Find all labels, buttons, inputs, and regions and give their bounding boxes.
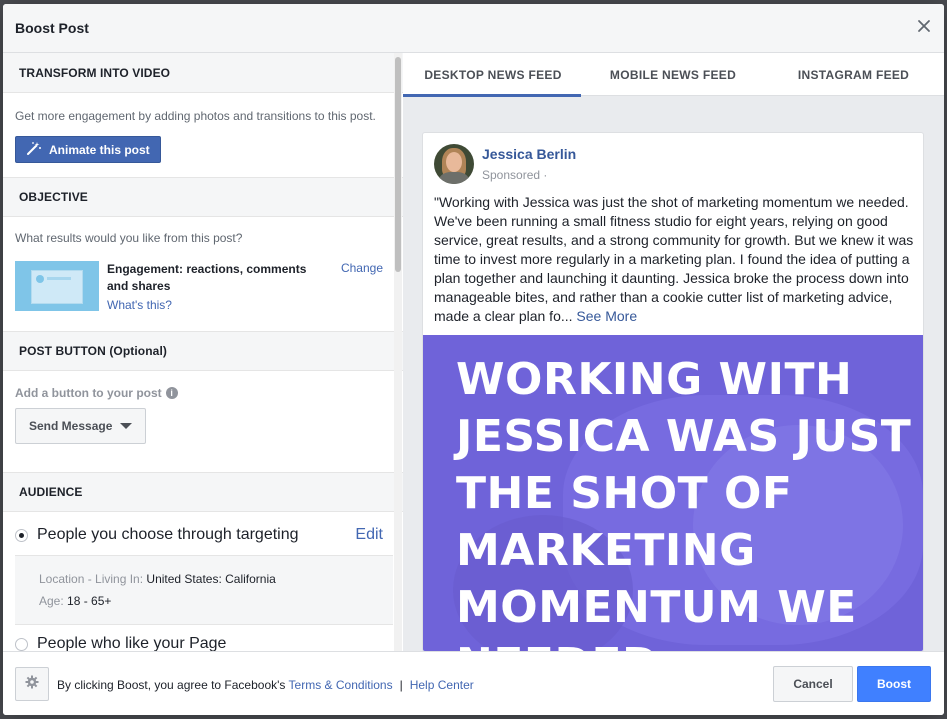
transform-description: Get more engagement by adding photos and… — [15, 109, 376, 123]
terms-notice: By clicking Boost, you agree to Facebook… — [57, 678, 474, 692]
boost-post-dialog: Boost Post TRANSFORM INTO VIDEO Get more… — [3, 4, 944, 715]
post-preview-card: Jessica Berlin Sponsored · "Working with… — [422, 132, 924, 651]
caret-down-icon — [120, 423, 133, 429]
edit-audience-link[interactable]: Edit — [355, 526, 383, 544]
settings-panel: TRANSFORM INTO VIDEO Get more engagement… — [3, 53, 403, 651]
post-author[interactable]: Jessica Berlin — [482, 146, 576, 162]
post-text: "Working with Jessica was just the shot … — [434, 194, 914, 324]
terms-link[interactable]: Terms & Conditions — [289, 678, 393, 692]
location-key: Location - Living In: — [39, 572, 144, 586]
close-icon[interactable] — [916, 18, 932, 34]
tab-mobile-news-feed[interactable]: MOBILE NEWS FEED — [583, 53, 763, 96]
scrollbar-thumb[interactable] — [395, 57, 401, 272]
animate-post-label: Animate this post — [49, 142, 150, 157]
info-icon[interactable]: i — [165, 387, 178, 399]
change-objective-link[interactable]: Change — [341, 261, 383, 275]
post-sponsored-label: Sponsored · — [482, 168, 548, 182]
transform-section: Get more engagement by adding photos and… — [3, 93, 403, 177]
engagement-illustration — [15, 261, 99, 311]
audience-option-targeting[interactable]: People you choose through targeting Edit — [3, 515, 403, 555]
objective-title: Engagement: reactions, comments and shar… — [107, 262, 307, 293]
post-image-text: WORKING WITH JESSICA WAS JUST THE SHOT O… — [456, 354, 912, 651]
age-value: 18 - 65+ — [67, 594, 112, 608]
dialog-title: Boost Post — [15, 20, 89, 36]
post-button-heading: POST BUTTON (Optional) — [3, 331, 403, 371]
audience-section: People you choose through targeting Edit… — [3, 515, 403, 651]
radio-selected-icon[interactable] — [15, 528, 28, 542]
post-image: WORKING WITH JESSICA WAS JUST THE SHOT O… — [423, 335, 923, 651]
preview-tabs: DESKTOP NEWS FEED MOBILE NEWS FEED INSTA… — [403, 53, 944, 97]
gear-icon — [25, 675, 39, 694]
audience-option-page-likes-label: People who like your Page — [37, 635, 227, 651]
tab-desktop-news-feed[interactable]: DESKTOP NEWS FEED — [403, 53, 583, 97]
see-more-link[interactable]: See More — [576, 308, 637, 324]
post-button-label-row: Add a button to your post i — [15, 371, 391, 400]
objective-heading: OBJECTIVE — [3, 177, 403, 217]
objective-question: What results would you like from this po… — [15, 231, 243, 245]
dialog-footer: By clicking Boost, you agree to Facebook… — [3, 651, 944, 715]
radio-unselected-icon[interactable] — [15, 637, 28, 651]
age-key: Age: — [39, 594, 64, 608]
animate-post-button[interactable]: Animate this post — [15, 136, 161, 163]
cancel-button[interactable]: Cancel — [773, 666, 853, 702]
settings-scrollbar[interactable] — [394, 53, 402, 651]
post-button-section: Add a button to your post i Send Message — [3, 371, 403, 472]
preview-panel: DESKTOP NEWS FEED MOBILE NEWS FEED INSTA… — [403, 53, 944, 651]
magic-wand-icon — [26, 141, 42, 158]
avatar[interactable] — [434, 144, 474, 184]
location-value: United States: California — [146, 572, 276, 586]
post-button-select[interactable]: Send Message — [15, 408, 147, 444]
audience-details: Location - Living In: United States: Cal… — [15, 555, 393, 624]
dialog-header: Boost Post — [3, 4, 944, 53]
help-center-link[interactable]: Help Center — [410, 678, 474, 692]
whats-this-link[interactable]: What's this? — [107, 297, 317, 314]
terms-prefix: By clicking Boost, you agree to Facebook… — [57, 678, 286, 692]
footer-separator: | — [399, 678, 403, 692]
audience-option-targeting-label: People you choose through targeting — [37, 526, 299, 543]
boost-button[interactable]: Boost — [857, 666, 931, 702]
transform-heading: TRANSFORM INTO VIDEO — [3, 53, 403, 93]
settings-button[interactable] — [15, 667, 49, 701]
tab-instagram-feed[interactable]: INSTAGRAM FEED — [763, 53, 944, 96]
post-body: "Working with Jessica was just the shot … — [434, 193, 916, 326]
post-button-label: Add a button to your post — [15, 386, 162, 400]
audience-option-page-likes[interactable]: People who like your Page — [3, 625, 403, 651]
objective-section: What results would you like from this po… — [3, 217, 403, 331]
audience-heading: AUDIENCE — [3, 472, 403, 512]
post-button-selected: Send Message — [29, 419, 113, 433]
objective-row: Engagement: reactions, comments and shar… — [15, 261, 391, 314]
